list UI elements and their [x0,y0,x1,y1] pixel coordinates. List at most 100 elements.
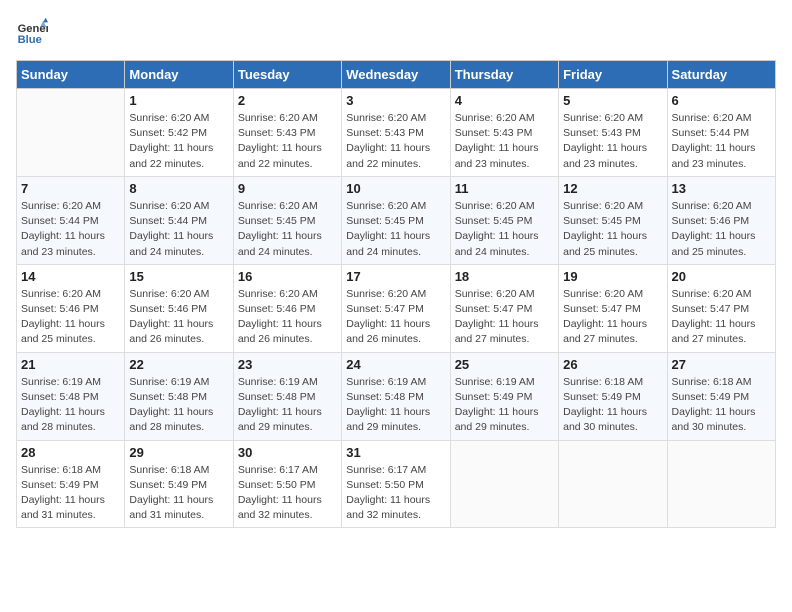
calendar-cell: 7 Sunrise: 6:20 AM Sunset: 5:44 PM Daylig… [17,176,125,264]
calendar-cell: 13 Sunrise: 6:20 AM Sunset: 5:46 PM Dayli… [667,176,775,264]
calendar-cell: 28 Sunrise: 6:18 AM Sunset: 5:49 PM Dayli… [17,440,125,528]
day-info: Sunrise: 6:20 AM Sunset: 5:44 PM Dayligh… [672,111,771,172]
day-number: 30 [238,445,337,460]
day-number: 17 [346,269,445,284]
calendar-cell: 12 Sunrise: 6:20 AM Sunset: 5:45 PM Dayli… [559,176,667,264]
day-info: Sunrise: 6:19 AM Sunset: 5:48 PM Dayligh… [129,375,228,436]
day-info: Sunrise: 6:20 AM Sunset: 5:46 PM Dayligh… [238,287,337,348]
calendar-cell: 2 Sunrise: 6:20 AM Sunset: 5:43 PM Daylig… [233,89,341,177]
day-number: 11 [455,181,554,196]
calendar-cell: 29Sunrise: 6:18 AM Sunset: 5:49 PM Dayli… [125,440,233,528]
calendar-week-2: 7 Sunrise: 6:20 AM Sunset: 5:44 PM Daylig… [17,176,776,264]
calendar-cell: 16Sunrise: 6:20 AM Sunset: 5:46 PM Dayli… [233,264,341,352]
day-number: 10 [346,181,445,196]
day-number: 3 [346,93,445,108]
day-info: Sunrise: 6:19 AM Sunset: 5:49 PM Dayligh… [455,375,554,436]
calendar-table: SundayMondayTuesdayWednesdayThursdayFrid… [16,60,776,528]
calendar-week-3: 14 Sunrise: 6:20 AM Sunset: 5:46 PM Dayli… [17,264,776,352]
page-header: General Blue [16,16,776,48]
day-number: 20 [672,269,771,284]
day-info: Sunrise: 6:20 AM Sunset: 5:44 PM Dayligh… [129,199,228,260]
calendar-cell: 25 Sunrise: 6:19 AM Sunset: 5:49 PM Dayli… [450,352,558,440]
day-number: 13 [672,181,771,196]
day-number: 19 [563,269,662,284]
day-info: Sunrise: 6:20 AM Sunset: 5:45 PM Dayligh… [455,199,554,260]
day-info: Sunrise: 6:20 AM Sunset: 5:47 PM Dayligh… [455,287,554,348]
calendar-cell: 14 Sunrise: 6:20 AM Sunset: 5:46 PM Dayli… [17,264,125,352]
day-number: 9 [238,181,337,196]
day-number: 5 [563,93,662,108]
calendar-cell: 15 Sunrise: 6:20 AM Sunset: 5:46 PM Dayli… [125,264,233,352]
day-info: Sunrise: 6:20 AM Sunset: 5:42 PM Dayligh… [129,111,228,172]
day-info: Sunrise: 6:18 AM Sunset: 5:49 PM Dayligh… [672,375,771,436]
day-number: 27 [672,357,771,372]
calendar-cell: 23Sunrise: 6:19 AM Sunset: 5:48 PM Dayli… [233,352,341,440]
day-info: Sunrise: 6:17 AM Sunset: 5:50 PM Dayligh… [346,463,445,524]
day-info: Sunrise: 6:20 AM Sunset: 5:43 PM Dayligh… [563,111,662,172]
day-info: Sunrise: 6:20 AM Sunset: 5:47 PM Dayligh… [346,287,445,348]
day-info: Sunrise: 6:20 AM Sunset: 5:43 PM Dayligh… [238,111,337,172]
day-number: 26 [563,357,662,372]
day-info: Sunrise: 6:20 AM Sunset: 5:45 PM Dayligh… [346,199,445,260]
day-info: Sunrise: 6:20 AM Sunset: 5:43 PM Dayligh… [346,111,445,172]
calendar-cell: 9Sunrise: 6:20 AM Sunset: 5:45 PM Daylig… [233,176,341,264]
calendar-cell: 4 Sunrise: 6:20 AM Sunset: 5:43 PM Daylig… [450,89,558,177]
day-number: 4 [455,93,554,108]
calendar-week-1: 1 Sunrise: 6:20 AM Sunset: 5:42 PM Daylig… [17,89,776,177]
day-info: Sunrise: 6:20 AM Sunset: 5:43 PM Dayligh… [455,111,554,172]
day-info: Sunrise: 6:19 AM Sunset: 5:48 PM Dayligh… [21,375,120,436]
day-number: 15 [129,269,228,284]
weekday-header-tuesday: Tuesday [233,61,341,89]
day-number: 14 [21,269,120,284]
day-number: 21 [21,357,120,372]
logo: General Blue [16,16,52,48]
calendar-cell: 21 Sunrise: 6:19 AM Sunset: 5:48 PM Dayli… [17,352,125,440]
calendar-cell: 18 Sunrise: 6:20 AM Sunset: 5:47 PM Dayli… [450,264,558,352]
calendar-cell: 22Sunrise: 6:19 AM Sunset: 5:48 PM Dayli… [125,352,233,440]
day-info: Sunrise: 6:20 AM Sunset: 5:45 PM Dayligh… [563,199,662,260]
day-number: 1 [129,93,228,108]
day-number: 7 [21,181,120,196]
calendar-cell: 3 Sunrise: 6:20 AM Sunset: 5:43 PM Daylig… [342,89,450,177]
weekday-header-row: SundayMondayTuesdayWednesdayThursdayFrid… [17,61,776,89]
calendar-cell: 6 Sunrise: 6:20 AM Sunset: 5:44 PM Daylig… [667,89,775,177]
calendar-cell [450,440,558,528]
calendar-cell: 20Sunrise: 6:20 AM Sunset: 5:47 PM Dayli… [667,264,775,352]
day-number: 18 [455,269,554,284]
calendar-cell: 10 Sunrise: 6:20 AM Sunset: 5:45 PM Dayli… [342,176,450,264]
day-number: 8 [129,181,228,196]
day-number: 31 [346,445,445,460]
day-number: 12 [563,181,662,196]
day-number: 25 [455,357,554,372]
calendar-week-5: 28 Sunrise: 6:18 AM Sunset: 5:49 PM Dayli… [17,440,776,528]
calendar-cell: 27 Sunrise: 6:18 AM Sunset: 5:49 PM Dayli… [667,352,775,440]
day-number: 2 [238,93,337,108]
day-number: 28 [21,445,120,460]
day-number: 24 [346,357,445,372]
day-info: Sunrise: 6:20 AM Sunset: 5:46 PM Dayligh… [129,287,228,348]
day-info: Sunrise: 6:20 AM Sunset: 5:44 PM Dayligh… [21,199,120,260]
calendar-cell [559,440,667,528]
day-number: 6 [672,93,771,108]
day-info: Sunrise: 6:18 AM Sunset: 5:49 PM Dayligh… [21,463,120,524]
weekday-header-sunday: Sunday [17,61,125,89]
day-info: Sunrise: 6:18 AM Sunset: 5:49 PM Dayligh… [563,375,662,436]
calendar-cell: 26 Sunrise: 6:18 AM Sunset: 5:49 PM Dayli… [559,352,667,440]
weekday-header-monday: Monday [125,61,233,89]
calendar-cell: 30 Sunrise: 6:17 AM Sunset: 5:50 PM Dayli… [233,440,341,528]
weekday-header-saturday: Saturday [667,61,775,89]
calendar-week-4: 21 Sunrise: 6:19 AM Sunset: 5:48 PM Dayli… [17,352,776,440]
day-number: 23 [238,357,337,372]
day-info: Sunrise: 6:19 AM Sunset: 5:48 PM Dayligh… [346,375,445,436]
day-info: Sunrise: 6:20 AM Sunset: 5:46 PM Dayligh… [672,199,771,260]
calendar-cell [667,440,775,528]
day-info: Sunrise: 6:17 AM Sunset: 5:50 PM Dayligh… [238,463,337,524]
day-info: Sunrise: 6:18 AM Sunset: 5:49 PM Dayligh… [129,463,228,524]
svg-text:Blue: Blue [18,34,42,46]
weekday-header-friday: Friday [559,61,667,89]
day-info: Sunrise: 6:20 AM Sunset: 5:46 PM Dayligh… [21,287,120,348]
day-info: Sunrise: 6:20 AM Sunset: 5:47 PM Dayligh… [563,287,662,348]
calendar-cell: 19 Sunrise: 6:20 AM Sunset: 5:47 PM Dayli… [559,264,667,352]
logo-icon: General Blue [16,16,48,48]
weekday-header-wednesday: Wednesday [342,61,450,89]
